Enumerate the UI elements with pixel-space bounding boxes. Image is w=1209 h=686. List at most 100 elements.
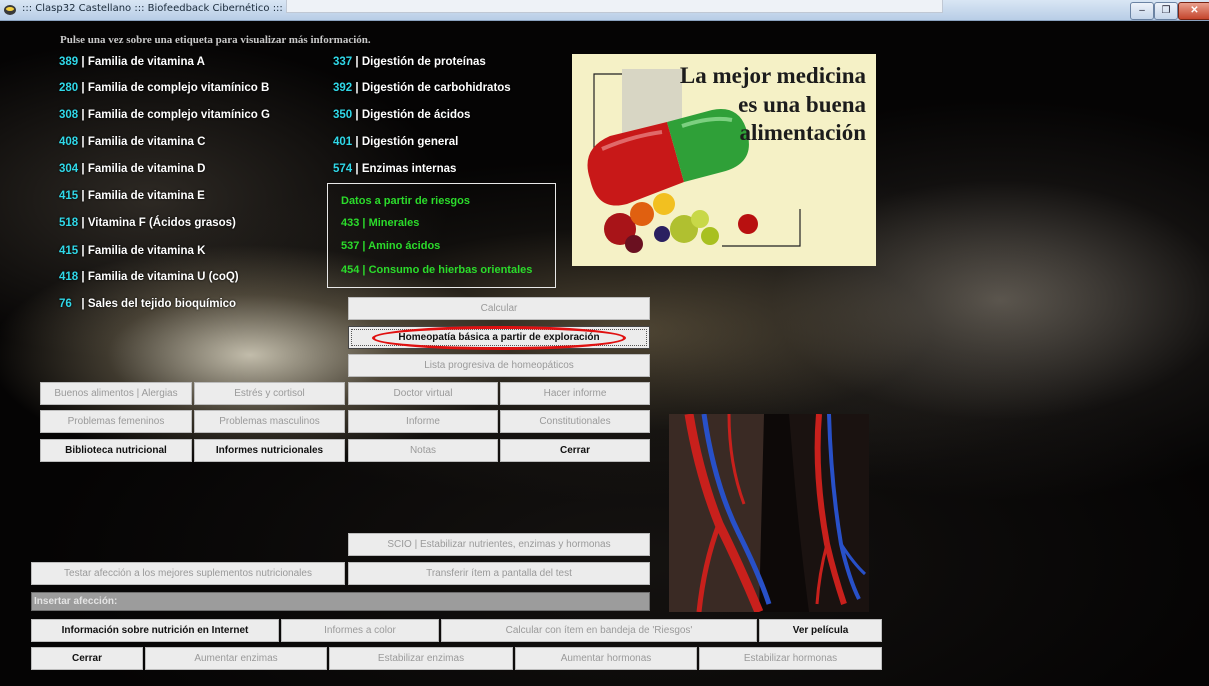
label-digestion-general[interactable]: 401 | Digestión general — [333, 136, 458, 148]
transferir-item-button[interactable]: Transferir ítem a pantalla del test — [348, 562, 650, 585]
item-separator: | — [355, 82, 359, 94]
calcular-riesgos-button[interactable]: Calcular con ítem en bandeja de 'Riesgos… — [441, 619, 757, 642]
item-number: 389 — [59, 56, 79, 68]
maximize-button[interactable]: ❐ — [1154, 2, 1178, 20]
item-number: 308 — [59, 109, 79, 121]
homeopatia-exploracion-button[interactable]: Homeopatía básica a partir de exploració… — [348, 326, 650, 349]
item-separator: | — [355, 136, 359, 148]
item-number: 574 — [333, 163, 353, 175]
insertar-afeccion-field[interactable]: Insertar afección: — [31, 592, 650, 611]
item-number: 392 — [333, 82, 353, 94]
doctor-virtual-button[interactable]: Doctor virtual — [348, 382, 498, 405]
aumentar-hormonas-button[interactable]: Aumentar hormonas — [515, 647, 697, 670]
calcular-button[interactable]: Calcular — [348, 297, 650, 320]
riesgos-item-hierbas[interactable]: 454 | Consumo de hierbas orientales — [341, 264, 532, 276]
item-separator: | — [81, 190, 85, 202]
item-number: 418 — [59, 271, 79, 283]
item-label: Digestión de carbohidratos — [361, 82, 511, 94]
hacer-informe-button[interactable]: Hacer informe — [500, 382, 650, 405]
informes-color-button[interactable]: Informes a color — [281, 619, 439, 642]
title-bar[interactable]: ::: Clasp32 Castellano ::: Biofeedback C… — [0, 0, 1209, 21]
item-separator: | — [362, 240, 366, 252]
item-label: Sales del tejido bioquímico — [87, 298, 237, 310]
label-digestion-acidos[interactable]: 350 | Digestión de ácidos — [333, 109, 470, 121]
item-separator: | — [362, 217, 366, 229]
label-vitamina-f[interactable]: 518 | Vitamina F (Ácidos grasos) — [59, 217, 236, 229]
label-vitamina-d[interactable]: 304 | Familia de vitamina D — [59, 163, 205, 175]
item-label: Familia de complejo vitamínico G — [87, 109, 270, 121]
notas-button[interactable]: Notas — [348, 439, 498, 462]
estabilizar-enzimas-button[interactable]: Estabilizar enzimas — [329, 647, 513, 670]
banner-line-3: alimentación — [739, 120, 867, 145]
estres-cortisol-button[interactable]: Estrés y cortisol — [194, 382, 345, 405]
item-separator: | — [355, 56, 359, 68]
lista-homeopaticos-button[interactable]: Lista progresiva de homeopáticos — [348, 354, 650, 377]
item-separator: | — [81, 298, 85, 310]
item-label: Vitamina F (Ácidos grasos) — [87, 217, 236, 229]
item-separator: | — [81, 56, 85, 68]
label-sales-tejido[interactable]: 76 | Sales del tejido bioquímico — [59, 298, 236, 310]
label-vitamina-a[interactable]: 389 | Familia de vitamina A — [59, 56, 205, 68]
close-window-button[interactable]: ✕ — [1178, 2, 1209, 20]
banner-line-1: La mejor medicina — [679, 63, 866, 88]
item-number: 537 — [341, 240, 360, 252]
item-number: 337 — [333, 56, 353, 68]
item-separator: | — [81, 109, 85, 121]
label-vitamina-c[interactable]: 408 | Familia de vitamina C — [59, 136, 205, 148]
cerrar-grid-button[interactable]: Cerrar — [500, 439, 650, 462]
item-number: 280 — [59, 82, 79, 94]
item-label: Familia de vitamina K — [87, 245, 206, 257]
item-label: Familia de vitamina D — [87, 163, 206, 175]
capsule-pill-icon — [587, 109, 749, 206]
testar-afeccion-button[interactable]: Testar afección a los mejores suplemento… — [31, 562, 345, 585]
item-number: 304 — [59, 163, 79, 175]
riesgos-panel: Datos a partir de riesgos 433 | Minerale… — [327, 183, 556, 288]
label-complejo-g[interactable]: 308 | Familia de complejo vitamínico G — [59, 109, 270, 121]
label-complejo-b[interactable]: 280 | Familia de complejo vitamínico B — [59, 82, 269, 94]
problemas-masculinos-button[interactable]: Problemas masculinos — [194, 410, 345, 433]
riesgos-item-minerales[interactable]: 433 | Minerales — [341, 217, 419, 229]
constitucionales-button[interactable]: Constitutionales — [500, 410, 650, 433]
scio-estabilizar-button[interactable]: SCIO | Estabilizar nutrientes, enzimas y… — [348, 533, 650, 556]
item-number: 401 — [333, 136, 353, 148]
riesgos-item-aminoacidos[interactable]: 537 | Amino ácidos — [341, 240, 440, 252]
minimize-button[interactable]: – — [1130, 2, 1154, 20]
item-separator: | — [81, 136, 85, 148]
riesgos-title: Datos a partir de riesgos — [341, 195, 470, 207]
item-label: Familia de complejo vitamínico B — [87, 82, 270, 94]
informe-button[interactable]: Informe — [348, 410, 498, 433]
item-number: 415 — [59, 245, 79, 257]
cerrar-button[interactable]: Cerrar — [31, 647, 143, 670]
item-separator: | — [81, 82, 85, 94]
label-vitamina-k[interactable]: 415 | Familia de vitamina K — [59, 245, 205, 257]
item-label: Digestión de proteínas — [361, 56, 486, 68]
label-digestion-proteinas[interactable]: 337 | Digestión de proteínas — [333, 56, 486, 68]
informes-nutricionales-button[interactable]: Informes nutricionales — [194, 439, 345, 462]
item-separator: | — [81, 245, 85, 257]
info-nutricion-internet-button[interactable]: Información sobre nutrición en Internet — [31, 619, 279, 642]
item-label: Digestión general — [361, 136, 459, 148]
label-enzimas-internas[interactable]: 574 | Enzimas internas — [333, 163, 456, 175]
item-number: 408 — [59, 136, 79, 148]
item-number: 76 — [59, 298, 72, 310]
buenos-alimentos-button[interactable]: Buenos alimentos | Alergias — [40, 382, 192, 405]
label-vitamina-u[interactable]: 418 | Familia de vitamina U (coQ) — [59, 271, 239, 283]
item-label: Familia de vitamina C — [87, 136, 206, 148]
item-label: Enzimas internas — [361, 163, 457, 175]
estabilizar-hormonas-button[interactable]: Estabilizar hormonas — [699, 647, 882, 670]
biblioteca-nutricional-button[interactable]: Biblioteca nutricional — [40, 439, 192, 462]
app-window: ::: Clasp32 Castellano ::: Biofeedback C… — [0, 0, 1209, 686]
item-label: Familia de vitamina U (coQ) — [87, 271, 239, 283]
blood-vessels-icon — [669, 414, 869, 612]
item-label: Amino ácidos — [368, 240, 441, 252]
notification-strip — [286, 0, 943, 13]
nutrition-banner: La mejor medicina es una buena alimentac… — [572, 54, 876, 266]
problemas-femeninos-button[interactable]: Problemas femeninos — [40, 410, 192, 433]
item-separator: | — [362, 264, 366, 276]
label-vitamina-e[interactable]: 415 | Familia de vitamina E — [59, 190, 205, 202]
ver-pelicula-button[interactable]: Ver película — [759, 619, 882, 642]
aumentar-enzimas-button[interactable]: Aumentar enzimas — [145, 647, 327, 670]
item-number: 415 — [59, 190, 79, 202]
banner-line-2: es una buena — [738, 92, 866, 117]
label-digestion-carbohidratos[interactable]: 392 | Digestión de carbohidratos — [333, 82, 511, 94]
